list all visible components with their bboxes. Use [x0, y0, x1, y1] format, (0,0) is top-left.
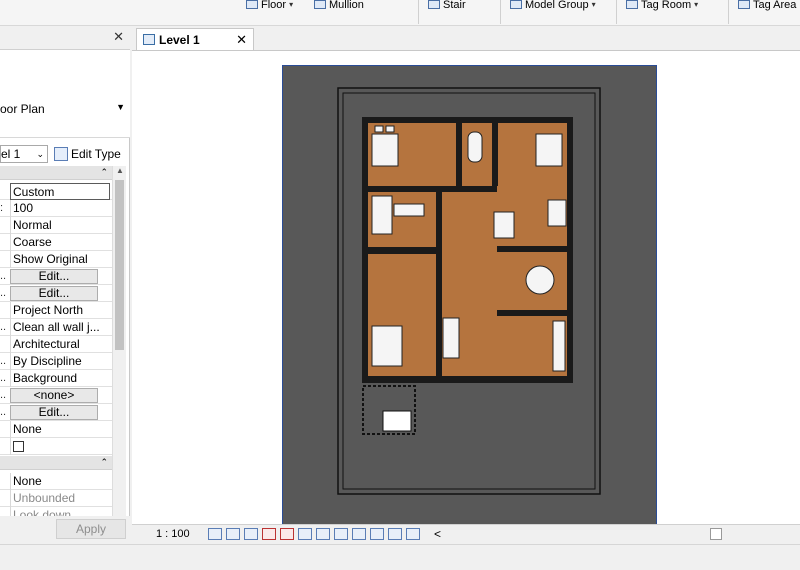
- mullion-button[interactable]: Mullion: [314, 0, 364, 12]
- view-control-bar: 1 : 100 <: [132, 524, 800, 544]
- floor-icon: [246, 0, 258, 9]
- property-row[interactable]: Normal: [0, 217, 112, 234]
- instance-filter-select[interactable]: el 1 ⌄: [0, 145, 48, 163]
- floor-button[interactable]: Floor ▾: [246, 0, 293, 12]
- scroll-up-icon[interactable]: ▲: [116, 166, 124, 175]
- edit-button[interactable]: Edit...: [10, 405, 98, 420]
- close-icon[interactable]: ✕: [113, 29, 124, 45]
- ribbon-divider: [728, 0, 729, 24]
- application-status-bar: [0, 544, 800, 570]
- edit-button[interactable]: Edit...: [10, 269, 98, 284]
- property-row[interactable]: .. <none>: [0, 387, 112, 404]
- instance-row: el 1 ⌄ Edit Type: [0, 142, 130, 166]
- apply-button[interactable]: Apply: [56, 519, 126, 539]
- properties-panel: ✕ oor Plan ▼ el 1 ⌄ Edit Type ⌃ Custom :…: [0, 26, 130, 544]
- chevron-down-icon[interactable]: ▼: [116, 102, 125, 112]
- edit-type-button[interactable]: Edit Type: [54, 145, 121, 163]
- property-row[interactable]: Custom: [0, 183, 112, 200]
- ribbon-divider: [418, 0, 419, 24]
- checkbox[interactable]: [13, 441, 24, 452]
- edit-button[interactable]: Edit...: [10, 286, 98, 301]
- type-name: oor Plan: [0, 102, 45, 116]
- chevron-down-icon: ⌄: [36, 149, 44, 159]
- model-group-icon: [510, 0, 522, 9]
- property-row[interactable]: .. By Discipline: [0, 353, 112, 370]
- analytical-model-icon[interactable]: [388, 528, 402, 540]
- ribbon-divider: [616, 0, 617, 24]
- property-row[interactable]: Coarse: [0, 234, 112, 251]
- floor-plan-icon: [143, 34, 155, 45]
- visual-style-icon[interactable]: [226, 528, 240, 540]
- detail-level-icon[interactable]: [208, 528, 222, 540]
- chevron-down-icon: ▾: [289, 0, 294, 9]
- show-crop-region-icon[interactable]: [298, 528, 312, 540]
- property-row[interactable]: None: [0, 473, 112, 490]
- scale-selector[interactable]: 1 : 100: [156, 528, 190, 540]
- mullion-icon: [314, 0, 326, 9]
- property-row[interactable]: .. Edit...: [0, 268, 112, 285]
- property-row[interactable]: .. Edit...: [0, 404, 112, 421]
- tag-area-button[interactable]: Tag Area: [738, 0, 796, 12]
- ribbon: Floor ▾ Mullion Stair Model Group ▾ Tag Ro…: [0, 0, 800, 26]
- properties-scrollbar[interactable]: ▲ ▼: [112, 166, 126, 526]
- crop-view-icon[interactable]: [280, 528, 294, 540]
- edit-type-icon: [54, 147, 68, 161]
- collapse-icon: ⌃: [100, 167, 108, 177]
- property-row[interactable]: .. Clean all wall j...: [0, 319, 112, 336]
- ribbon-divider: [500, 0, 501, 24]
- shadows-off-icon[interactable]: [262, 528, 276, 540]
- property-row[interactable]: None: [0, 421, 112, 438]
- chevron-down-icon: ▾: [694, 0, 699, 9]
- property-row[interactable]: Project North: [0, 302, 112, 319]
- collapse-icon: ⌃: [100, 457, 108, 467]
- temporary-hide-icon[interactable]: [334, 528, 348, 540]
- tab-level-1[interactable]: Level 1 ✕: [136, 28, 254, 50]
- view-control-icons: [208, 528, 420, 540]
- property-row[interactable]: :100: [0, 200, 112, 217]
- stair-icon: [428, 0, 440, 9]
- horizontal-scrollbar-box[interactable]: [710, 528, 722, 540]
- property-row[interactable]: Show Original: [0, 251, 112, 268]
- close-icon[interactable]: ✕: [236, 32, 247, 48]
- sun-path-icon[interactable]: [244, 528, 258, 540]
- category-header-extents[interactable]: ⌃: [0, 456, 112, 470]
- scrollbar-thumb[interactable]: [115, 180, 124, 350]
- floor-plan-svg: [337, 87, 601, 495]
- property-row[interactable]: Architectural: [0, 336, 112, 353]
- scroll-left-icon[interactable]: <: [434, 527, 441, 541]
- stair-button[interactable]: Stair: [428, 0, 466, 12]
- type-selector[interactable]: oor Plan ▼: [0, 50, 130, 138]
- unlock-3d-view-icon[interactable]: [316, 528, 330, 540]
- category-header-graphics[interactable]: ⌃: [0, 166, 112, 180]
- properties-header: ✕: [0, 26, 130, 50]
- reveal-hidden-icon[interactable]: [352, 528, 366, 540]
- property-row[interactable]: .. Edit...: [0, 285, 112, 302]
- chevron-down-icon: ▾: [591, 0, 596, 9]
- property-row[interactable]: .. Background: [0, 370, 112, 387]
- model-group-button[interactable]: Model Group ▾: [510, 0, 596, 12]
- worksharing-icon[interactable]: [370, 528, 384, 540]
- property-row[interactable]: [0, 438, 112, 455]
- underlay-button[interactable]: <none>: [10, 388, 98, 403]
- property-row[interactable]: Unbounded: [0, 490, 112, 507]
- floor-plan-drawing[interactable]: [282, 65, 657, 525]
- properties-footer: Apply: [0, 516, 130, 544]
- highlight-displacement-icon[interactable]: [406, 528, 420, 540]
- tag-area-icon: [738, 0, 750, 9]
- tag-room-button[interactable]: Tag Room ▾: [626, 0, 698, 12]
- tag-room-icon: [626, 0, 638, 9]
